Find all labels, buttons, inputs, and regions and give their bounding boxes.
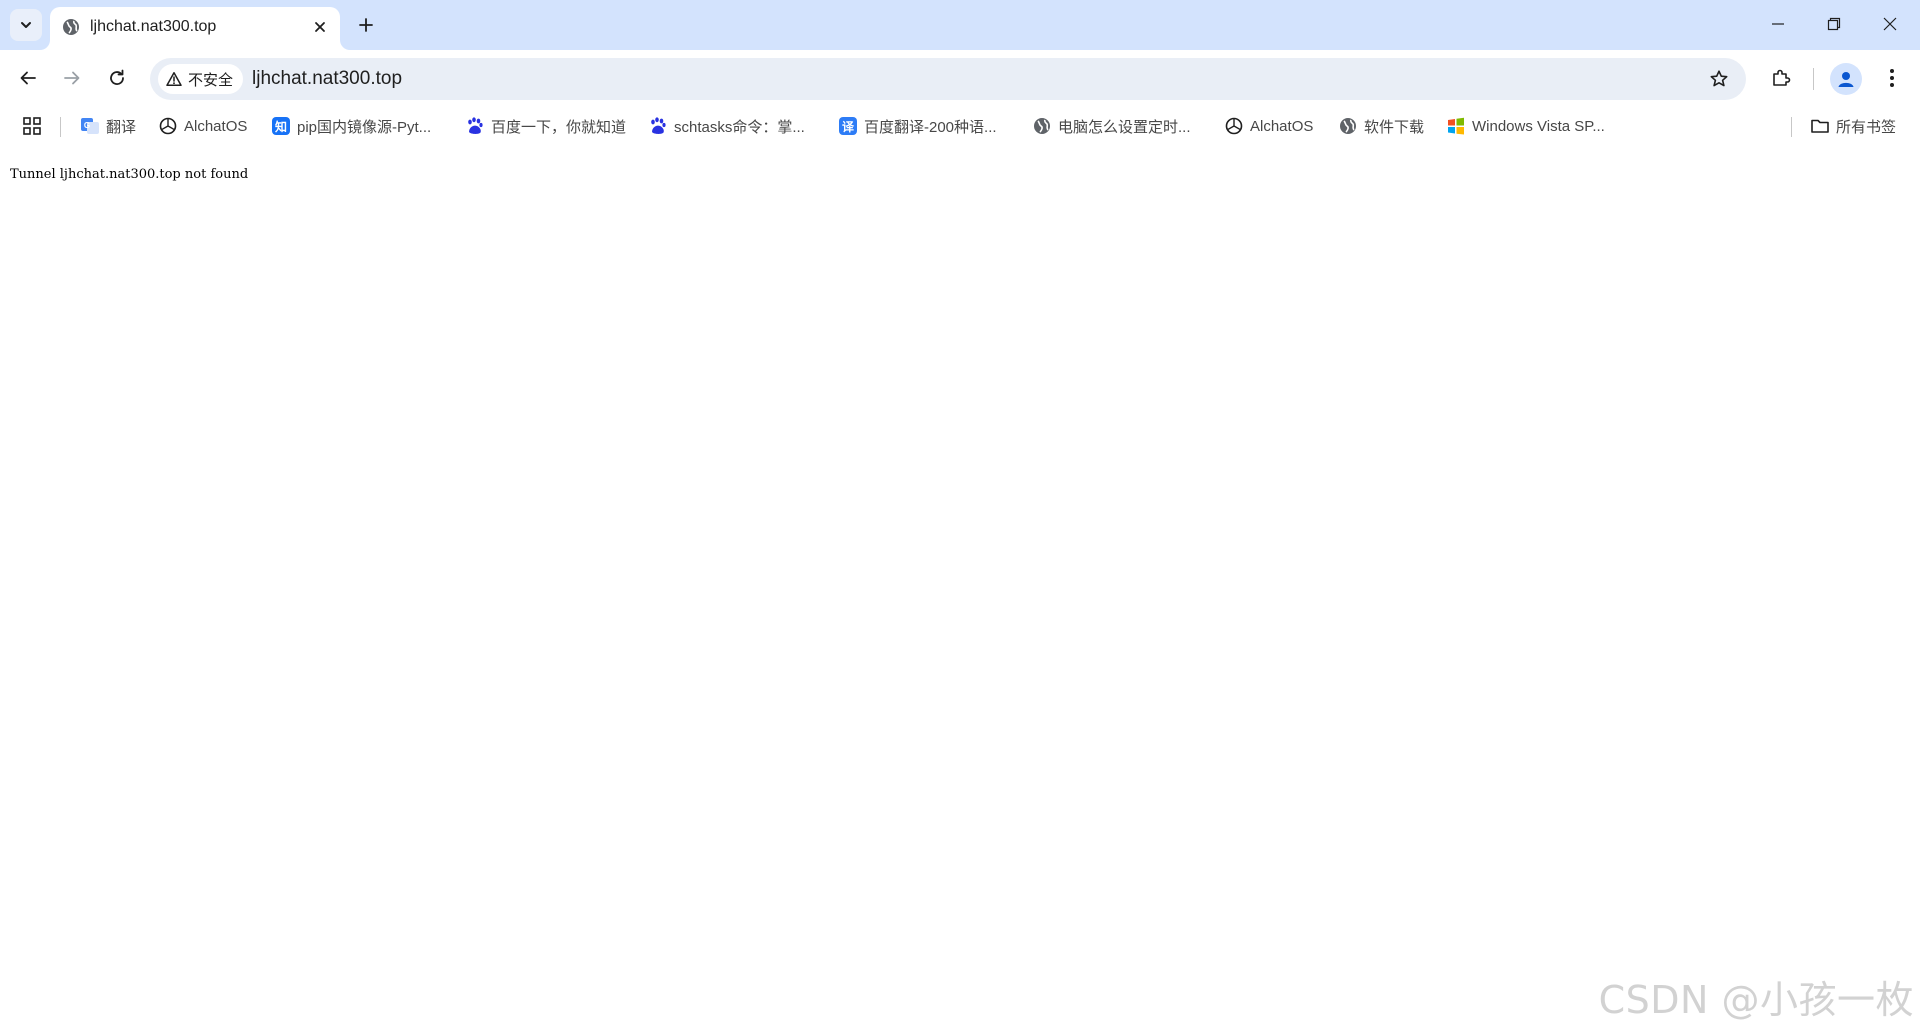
- arrow-left-icon: [20, 71, 36, 85]
- bookmark-star-button[interactable]: [1704, 64, 1734, 94]
- tab-title: ljhchat.nat300.top: [90, 18, 217, 35]
- svg-text:知: 知: [274, 119, 287, 134]
- error-message: Tunnel ljhchat.nat300.top not found: [10, 167, 249, 182]
- openai-icon: [1224, 116, 1244, 136]
- star-icon: [1710, 70, 1728, 87]
- arrow-right-icon: [64, 71, 80, 85]
- zhihu-icon: 知: [271, 116, 291, 136]
- minimize-button[interactable]: [1750, 0, 1806, 48]
- toolbar-divider: [1813, 68, 1814, 90]
- reload-icon: [110, 69, 124, 85]
- bookmark-item[interactable]: 电脑怎么设置定时...: [1028, 113, 1195, 139]
- close-icon: [315, 22, 325, 32]
- baidu-translate-icon: 译: [838, 116, 858, 136]
- minimize-icon: [1772, 23, 1784, 25]
- watermark: CSDN @小孩一枚: [1598, 978, 1914, 1020]
- bookmark-label: pip国内镜像源-Pyt...: [297, 118, 432, 136]
- person-icon: [1838, 72, 1854, 87]
- bookmarks-divider: [60, 117, 61, 137]
- bookmark-label: 电脑怎么设置定时...: [1058, 118, 1191, 136]
- all-bookmarks-button[interactable]: 所有书签: [1806, 113, 1900, 139]
- bookmark-label: AlchatOS: [1250, 117, 1314, 135]
- back-button[interactable]: [10, 60, 46, 96]
- bookmark-label: 百度一下，你就知道: [491, 118, 627, 136]
- globe-icon: [1032, 116, 1052, 136]
- all-bookmarks-label: 所有书签: [1836, 118, 1897, 136]
- bookmark-label: schtasks命令：掌...: [674, 118, 805, 136]
- folder-icon: [1810, 116, 1830, 136]
- bookmark-item[interactable]: schtasks命令：掌...: [644, 113, 809, 139]
- plus-icon: [359, 18, 373, 32]
- tab-strip: ljhchat.nat300.top: [0, 0, 1920, 50]
- tab-search-button[interactable]: [10, 9, 42, 41]
- bookmark-item[interactable]: Windows Vista SP...: [1442, 113, 1609, 139]
- svg-text:G: G: [84, 121, 90, 130]
- new-tab-button[interactable]: [350, 9, 382, 41]
- menu-button[interactable]: [1874, 60, 1910, 96]
- warning-icon: [166, 72, 182, 86]
- puzzle-icon: [1773, 69, 1791, 86]
- restore-button[interactable]: [1806, 0, 1862, 48]
- bookmark-item[interactable]: 知 pip国内镜像源-Pyt...: [267, 113, 435, 139]
- globe-icon: [1338, 116, 1358, 136]
- address-bar[interactable]: 不安全 ljhchat.nat300.top: [150, 58, 1746, 100]
- svg-text:译: 译: [842, 120, 855, 134]
- google-translate-icon: G: [80, 116, 100, 136]
- apps-button[interactable]: [20, 114, 44, 138]
- url-text[interactable]: ljhchat.nat300.top: [252, 68, 402, 90]
- apps-grid-icon: [23, 117, 41, 135]
- more-vert-icon: [1890, 69, 1894, 87]
- profile-avatar-button[interactable]: [1830, 63, 1862, 95]
- bookmark-item[interactable]: AlchatOS: [1220, 113, 1317, 139]
- baidu-icon: [465, 116, 485, 136]
- close-icon: [1883, 17, 1897, 31]
- toolbar: 不安全 ljhchat.nat300.top: [0, 50, 1920, 107]
- bookmark-label: 百度翻译-200种语...: [864, 118, 997, 136]
- bookmark-item[interactable]: 软件下载: [1334, 113, 1428, 139]
- security-chip[interactable]: 不安全: [158, 64, 244, 94]
- openai-icon: [158, 116, 178, 136]
- page-content: Tunnel ljhchat.nat300.top not found CSDN…: [0, 145, 1920, 1020]
- security-label: 不安全: [188, 71, 234, 89]
- bookmark-label: 软件下载: [1364, 118, 1425, 136]
- baidu-icon: [648, 116, 668, 136]
- windows-icon: [1446, 116, 1466, 136]
- bookmark-item[interactable]: 译 百度翻译-200种语...: [834, 113, 1001, 139]
- bookmarks-divider: [1791, 117, 1792, 137]
- extensions-button[interactable]: [1763, 60, 1799, 96]
- forward-button[interactable]: [54, 60, 90, 96]
- bookmark-item[interactable]: G 翻译: [76, 113, 140, 139]
- globe-icon: [63, 19, 79, 35]
- bookmarks-bar: G 翻译 AlchatOS 知 pip国内镜像源-Pyt... 百度一下，你就知…: [0, 107, 1920, 145]
- bookmark-label: AlchatOS: [184, 117, 248, 135]
- reload-button[interactable]: [99, 60, 135, 96]
- active-tab[interactable]: ljhchat.nat300.top: [50, 7, 340, 50]
- chevron-down-icon: [21, 22, 31, 28]
- tab-close-button[interactable]: [308, 15, 332, 39]
- close-window-button[interactable]: [1862, 0, 1918, 48]
- bookmark-item[interactable]: AlchatOS: [154, 113, 251, 139]
- restore-icon: [1827, 17, 1841, 31]
- bookmark-label: Windows Vista SP...: [1472, 117, 1605, 135]
- bookmark-label: 翻译: [106, 118, 137, 136]
- bookmark-item[interactable]: 百度一下，你就知道: [461, 113, 630, 139]
